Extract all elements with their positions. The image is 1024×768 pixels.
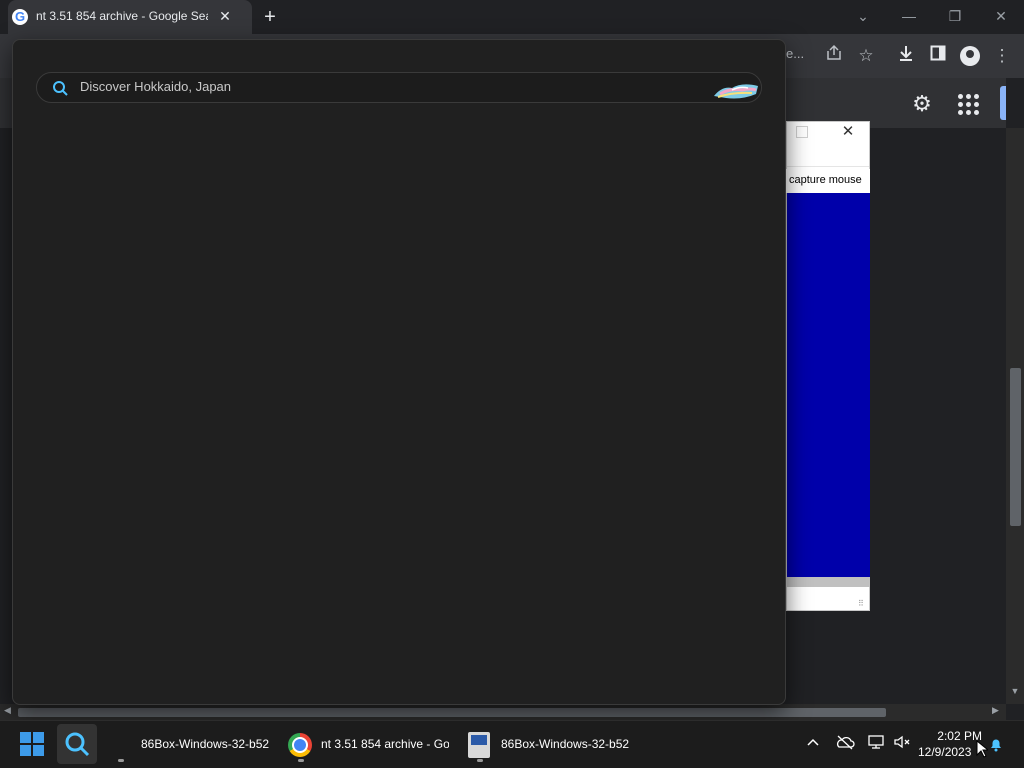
search-icon — [52, 80, 68, 96]
menu-divider — [787, 166, 869, 167]
maximize-icon[interactable] — [796, 126, 808, 138]
omnibox-url-tail[interactable]: e... — [786, 46, 814, 66]
capture-mouse-hint: capture mouse — [789, 174, 862, 186]
running-indicator — [477, 759, 483, 762]
chrome-icon — [288, 733, 312, 757]
taskbar-app-label: 86Box-Windows-32-b52 — [141, 737, 270, 751]
notification-bell-icon[interactable] — [988, 736, 1004, 752]
taskbar-app-86box-2[interactable]: 86Box-Windows-32-b52 — [468, 728, 632, 762]
app-icon — [118, 736, 136, 754]
running-indicator — [298, 759, 304, 762]
minimize-button[interactable]: — — [894, 6, 924, 26]
running-indicator — [118, 759, 124, 762]
scroll-right-arrow-icon[interactable]: ▶ — [992, 705, 1004, 719]
taskbar-app-86box-1[interactable]: 86Box-Windows-32-b52 — [118, 728, 274, 762]
search-highlight-icon[interactable] — [712, 78, 760, 102]
scroll-left-arrow-icon[interactable]: ◀ — [4, 705, 16, 719]
86box-icon — [468, 732, 490, 758]
volume-muted-icon[interactable] — [892, 734, 912, 754]
search-placeholder: Discover Hokkaido, Japan — [80, 79, 232, 94]
menu-icon[interactable]: ⋮ — [990, 44, 1014, 68]
onedrive-offline-icon[interactable] — [834, 734, 856, 754]
google-favicon-icon — [12, 9, 28, 25]
apps-grid-icon[interactable] — [956, 92, 980, 116]
taskbar-app-label: 86Box-Windows-32-b52 — [501, 737, 629, 751]
sign-in-button[interactable] — [1000, 86, 1006, 120]
star-icon[interactable]: ☆ — [854, 44, 878, 68]
resize-grip-icon[interactable]: ⠿ — [858, 599, 868, 609]
chevron-up-icon[interactable] — [804, 734, 822, 754]
horizontal-scroll-thumb[interactable] — [18, 708, 886, 717]
new-tab-button[interactable]: + — [259, 6, 281, 28]
tab-search-button[interactable]: ⌄ — [848, 6, 878, 26]
mouse-cursor-icon — [976, 739, 990, 758]
restore-button[interactable]: ❐ — [940, 6, 970, 26]
scroll-down-arrow-icon[interactable]: ▼ — [1008, 686, 1022, 700]
taskbar-app-chrome[interactable]: nt 3.51 854 archive - Go — [288, 728, 452, 762]
search-flyout-panel — [12, 39, 786, 705]
start-button[interactable] — [20, 732, 44, 756]
download-icon[interactable] — [894, 44, 918, 68]
tab-title: nt 3.51 854 archive - Google Search — [36, 9, 208, 23]
close-window-button[interactable]: ✕ — [986, 6, 1016, 26]
vertical-scroll-thumb[interactable] — [1010, 368, 1021, 526]
taskbar-app-label: nt 3.51 854 archive - Go — [321, 737, 449, 751]
tab-close-button[interactable]: ✕ — [216, 7, 234, 25]
search-icon — [64, 731, 90, 757]
clock-date[interactable]: 12/9/2023 — [918, 745, 982, 759]
gear-icon[interactable]: ⚙ — [909, 91, 935, 117]
side-panel-icon[interactable] — [926, 44, 950, 68]
clock-time[interactable]: 2:02 PM — [924, 729, 982, 743]
emulator-close-button[interactable]: ✕ — [838, 122, 858, 142]
network-icon[interactable] — [866, 734, 886, 754]
profile-icon[interactable] — [960, 46, 980, 66]
emulator-status-bar — [787, 577, 870, 587]
emulator-screen[interactable] — [787, 193, 870, 577]
share-icon[interactable] — [822, 44, 846, 68]
